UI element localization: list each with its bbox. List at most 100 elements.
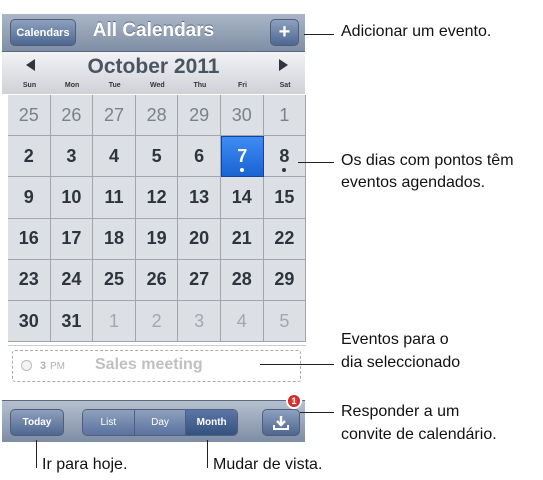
callout-line-dots — [298, 162, 334, 163]
day-number: 26 — [61, 104, 82, 125]
day-cell[interactable]: 9 — [8, 177, 51, 219]
invitations-button[interactable] — [262, 409, 300, 436]
day-cell[interactable]: 4 — [221, 301, 264, 343]
day-cell[interactable]: 25 — [8, 95, 51, 137]
day-number: 28 — [146, 104, 167, 125]
view-month-button[interactable]: Month — [186, 410, 237, 435]
day-cell[interactable]: 15 — [263, 177, 307, 219]
day-cell[interactable]: 22 — [263, 218, 307, 260]
day-number: 5 — [151, 145, 162, 166]
day-cell[interactable]: 13 — [178, 177, 221, 219]
day-cell[interactable]: 12 — [135, 177, 179, 219]
day-cell[interactable]: 27 — [178, 259, 221, 301]
event-dot-icon — [240, 168, 245, 173]
day-cell[interactable]: 4 — [93, 136, 136, 178]
day-cell[interactable]: 21 — [221, 218, 264, 260]
day-number: 26 — [146, 269, 167, 290]
day-number: 12 — [146, 186, 167, 207]
day-cell[interactable]: 16 — [8, 218, 51, 260]
today-button[interactable]: Today — [10, 409, 64, 436]
day-cell[interactable]: 31 — [50, 301, 94, 343]
day-number: 4 — [236, 310, 247, 331]
add-event-button[interactable]: + — [270, 19, 299, 46]
calendar-color-icon — [21, 360, 32, 371]
callout-line-respond — [300, 412, 334, 413]
day-cell[interactable]: 26 — [135, 259, 179, 301]
view-switcher: List Day Month — [82, 409, 238, 436]
day-cell[interactable]: 5 — [263, 301, 307, 343]
day-cell[interactable]: 6 — [178, 136, 221, 178]
day-cell[interactable]: 10 — [50, 177, 94, 219]
weekday-label: Thu — [193, 82, 207, 89]
weekday-label: Mon — [64, 82, 80, 89]
event-row[interactable]: 3 PM Sales meeting — [12, 350, 301, 382]
day-cell[interactable]: 14 — [221, 177, 264, 219]
day-cell[interactable]: 18 — [93, 218, 136, 260]
day-cell[interactable]: 2 — [135, 301, 179, 343]
event-list: 3 PM Sales meeting — [8, 345, 306, 386]
day-cell[interactable]: 29 — [178, 95, 221, 137]
day-cell[interactable]: 2 — [8, 136, 51, 178]
page-title: All Calendars — [92, 20, 215, 41]
day-cell[interactable]: 24 — [50, 259, 94, 301]
day-number: 28 — [231, 269, 252, 290]
day-number: 2 — [23, 145, 34, 166]
day-number: 27 — [189, 269, 210, 290]
callout-line-add — [304, 34, 334, 35]
callout-change-view: Mudar de vista. — [213, 456, 323, 473]
day-number: 10 — [61, 186, 82, 207]
event-ampm: PM — [50, 361, 65, 372]
day-cell[interactable]: 30 — [8, 301, 51, 343]
day-cell[interactable]: 11 — [93, 177, 136, 219]
day-cell[interactable]: 5 — [135, 136, 179, 178]
day-number: 24 — [61, 269, 82, 290]
callout-events-1: Eventos para o — [341, 331, 449, 348]
view-list-button[interactable]: List — [83, 410, 135, 435]
day-cell[interactable]: 19 — [135, 218, 179, 260]
next-month-icon[interactable] — [279, 59, 288, 71]
callout-line-today — [36, 440, 37, 468]
day-cell[interactable]: 28 — [221, 259, 264, 301]
day-number: 13 — [189, 186, 210, 207]
day-number: 17 — [61, 228, 82, 249]
day-cell[interactable]: 29 — [263, 259, 307, 301]
bottom-toolbar: Today List Day Month — [2, 400, 305, 442]
view-day-button[interactable]: Day — [134, 410, 187, 435]
day-cell[interactable]: 1 — [93, 301, 136, 343]
download-tray-icon — [273, 415, 289, 430]
callout-dots-1: Os dias com pontos têm — [341, 152, 514, 169]
day-cell[interactable]: 1 — [263, 95, 307, 137]
day-cell[interactable]: 8 — [263, 136, 307, 178]
day-cell[interactable]: 3 — [50, 136, 94, 178]
day-number: 27 — [103, 104, 124, 125]
weekday-label: Wed — [149, 82, 165, 89]
callout-line-events — [260, 364, 334, 365]
day-cell[interactable]: 17 — [50, 218, 94, 260]
day-number: 21 — [231, 228, 252, 249]
day-number: 6 — [194, 145, 205, 166]
callout-go-today: Ir para hoje. — [42, 456, 128, 473]
day-cell[interactable]: 26 — [50, 95, 94, 137]
day-number: 1 — [108, 310, 119, 331]
day-number: 31 — [61, 310, 82, 331]
day-number: 3 — [66, 145, 77, 166]
day-cell[interactable]: 25 — [93, 259, 136, 301]
weekday-label: Tue — [108, 82, 121, 89]
callout-respond-2: convite de calendário. — [341, 426, 497, 443]
day-number: 23 — [18, 269, 39, 290]
callout-add-event: Adicionar um evento. — [341, 23, 492, 40]
day-cell[interactable]: 27 — [93, 95, 136, 137]
day-number: 4 — [108, 145, 119, 166]
event-dot-icon — [282, 168, 287, 173]
day-cell[interactable]: 30 — [221, 95, 264, 137]
nav-bar: Calendars All Calendars + — [2, 14, 305, 52]
day-number: 25 — [18, 104, 39, 125]
day-cell[interactable]: 28 — [135, 95, 179, 137]
day-cell[interactable]: 23 — [8, 259, 51, 301]
day-cell[interactable]: 7 — [221, 136, 264, 178]
month-header: October 2011 Sun Mon Tue Wed Thu Fri Sat — [2, 52, 305, 94]
day-number: 22 — [274, 228, 295, 249]
day-cell[interactable]: 20 — [178, 218, 221, 260]
day-number: 16 — [18, 228, 39, 249]
day-cell[interactable]: 3 — [178, 301, 221, 343]
